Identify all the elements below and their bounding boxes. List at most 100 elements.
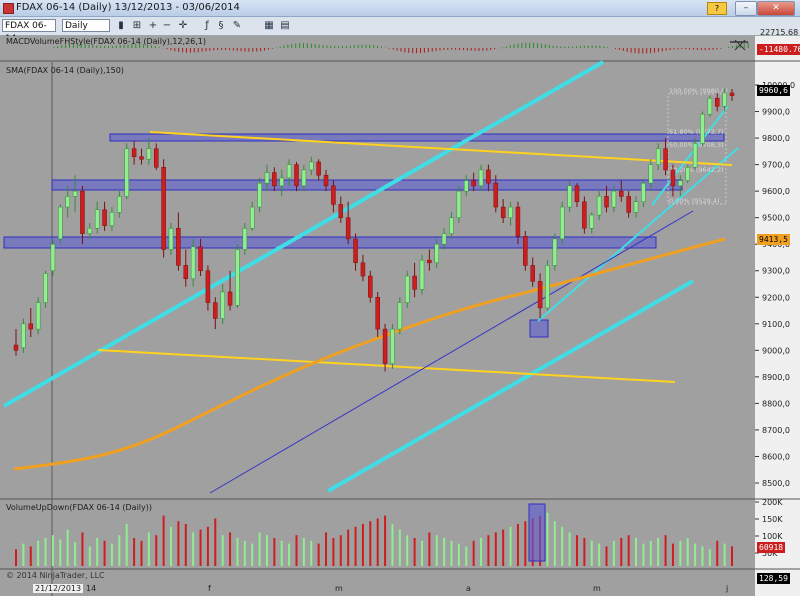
drawing-tool-icon[interactable]: ✎ bbox=[230, 19, 244, 32]
candle-body bbox=[449, 217, 454, 234]
price-tick-label: 8600,0 bbox=[762, 452, 790, 461]
volume-bar bbox=[487, 535, 490, 566]
volume-bar bbox=[420, 540, 423, 566]
candle-body bbox=[515, 206, 521, 237]
volume-bar bbox=[325, 532, 328, 566]
zoom-out-icon[interactable]: − bbox=[160, 19, 174, 32]
volume-tick-label: 100K bbox=[762, 532, 783, 541]
candle-body bbox=[685, 167, 690, 181]
volume-bar bbox=[480, 538, 483, 566]
x-label-5: j bbox=[726, 584, 729, 593]
candle-body bbox=[227, 291, 233, 306]
candle-body bbox=[28, 323, 34, 330]
candle-body bbox=[309, 161, 314, 171]
volume-bar bbox=[450, 540, 453, 566]
candle-body bbox=[235, 249, 240, 306]
candle-body bbox=[493, 182, 499, 208]
volume-bar bbox=[332, 538, 335, 566]
indicators-icon[interactable]: ƒ bbox=[200, 19, 214, 32]
volume-bar bbox=[265, 535, 268, 566]
volume-bar bbox=[258, 532, 261, 566]
volume-bar bbox=[472, 540, 475, 566]
bar-chart-icon[interactable]: ▮ bbox=[114, 19, 128, 32]
volume-bar bbox=[590, 540, 593, 566]
volume-bar bbox=[649, 540, 652, 566]
candle-body bbox=[545, 265, 550, 309]
price-tick-label: 9300,0 bbox=[762, 267, 790, 276]
volume-bar bbox=[553, 521, 556, 566]
price-tick-label: 9000,0 bbox=[762, 346, 790, 355]
price-tick-label: 9600,0 bbox=[762, 187, 790, 196]
properties-icon[interactable]: ▦ bbox=[262, 19, 276, 32]
interval-selector[interactable]: Daily bbox=[62, 19, 110, 32]
volume-tick-label: 200K bbox=[762, 498, 783, 507]
candle-body bbox=[508, 206, 513, 218]
candle-body bbox=[117, 196, 122, 213]
volume-bar bbox=[184, 524, 187, 566]
candle-body bbox=[619, 190, 624, 197]
fib-level-label: 61,80% (9773,7) bbox=[669, 128, 724, 136]
close-button[interactable]: ✕ bbox=[757, 1, 795, 16]
candle-body bbox=[611, 190, 617, 208]
volume-bar bbox=[657, 538, 660, 566]
volume-bar bbox=[44, 538, 47, 566]
candle-body bbox=[35, 302, 41, 330]
candle-body bbox=[264, 172, 270, 184]
volume-bar bbox=[162, 515, 165, 566]
candle-body bbox=[65, 196, 70, 208]
candle-body bbox=[13, 344, 19, 351]
chart-canvas[interactable]: 100,00% (9980,0)61,80% (9773,7)50,00% (9… bbox=[0, 36, 800, 596]
data-box-icon[interactable]: ▤ bbox=[278, 19, 292, 32]
candle-body bbox=[21, 323, 26, 348]
candle-body bbox=[176, 228, 181, 266]
candle-body bbox=[205, 270, 211, 303]
volume-bar bbox=[679, 540, 682, 566]
volume-bar bbox=[568, 532, 571, 566]
volume-bar bbox=[435, 535, 438, 566]
volume-bar bbox=[170, 526, 173, 566]
chart-style-icon[interactable]: ⊞ bbox=[130, 19, 144, 32]
help-button[interactable]: ? bbox=[707, 2, 727, 15]
volume-bar bbox=[214, 518, 217, 566]
volume-bar bbox=[494, 532, 497, 566]
copyright-text: © 2014 NinjaTrader, LLC bbox=[6, 571, 105, 580]
volume-bar bbox=[561, 526, 564, 566]
volume-bar bbox=[15, 549, 17, 566]
crosshair-icon[interactable]: ✛ bbox=[176, 19, 190, 32]
candle-body bbox=[707, 98, 713, 115]
strategy-icon[interactable]: § bbox=[214, 19, 228, 32]
candle-body bbox=[124, 148, 129, 197]
candle-body bbox=[537, 281, 543, 309]
candle-body bbox=[161, 167, 166, 250]
candle-body bbox=[574, 185, 580, 202]
volume-bar bbox=[229, 532, 232, 566]
macd-label: MACDVolumeFHStyle(FDAX 06-14 (Daily),12,… bbox=[6, 37, 207, 46]
candle-body bbox=[316, 161, 321, 176]
bottom-value-tag: 128,59 bbox=[757, 573, 790, 584]
candle-body bbox=[87, 228, 93, 234]
candle-body bbox=[523, 235, 528, 266]
volume-bar bbox=[66, 529, 69, 566]
volume-bar bbox=[81, 532, 84, 566]
candle-body bbox=[242, 228, 248, 250]
candle-body bbox=[220, 291, 225, 319]
volume-bar bbox=[642, 543, 645, 566]
candle-body bbox=[168, 228, 174, 250]
candle-body bbox=[486, 169, 491, 184]
volume-bar bbox=[398, 529, 401, 566]
volume-bar bbox=[516, 524, 519, 566]
fib-level-label: 0,00% (9529,4) bbox=[669, 197, 720, 205]
volume-bar bbox=[147, 532, 150, 566]
zoom-in-icon[interactable]: + bbox=[146, 19, 160, 32]
candle-body bbox=[198, 246, 203, 271]
volume-bar bbox=[347, 529, 350, 566]
minimize-button[interactable]: – bbox=[735, 1, 757, 16]
candle-body bbox=[419, 259, 425, 290]
volume-bar bbox=[88, 546, 91, 566]
candle-body bbox=[559, 206, 565, 240]
instrument-selector[interactable]: FDAX 06-14 bbox=[2, 19, 56, 44]
candle-body bbox=[139, 156, 144, 160]
volume-bar bbox=[243, 540, 246, 566]
macd-current-value: -11480.76 bbox=[757, 44, 800, 55]
volume-bar bbox=[361, 524, 364, 566]
